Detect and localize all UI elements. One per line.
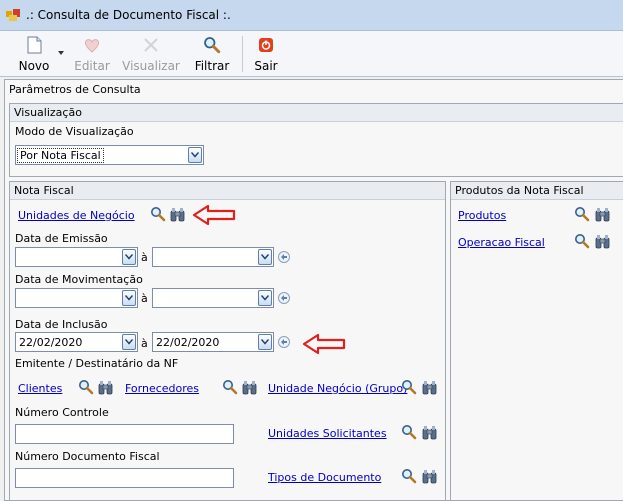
filtrar-label: Filtrar — [194, 59, 230, 73]
modo-select[interactable]: Por Nota Fiscal — [15, 145, 204, 165]
binoculars-icon[interactable] — [242, 380, 257, 395]
inclusao-separator: à — [141, 337, 148, 350]
numero-controle-label: Número Controle — [15, 406, 109, 419]
visualizacao-header: Visualização — [10, 104, 623, 122]
chevron-down-icon — [191, 152, 199, 158]
binoculars-icon[interactable] — [422, 425, 437, 440]
binoculars-icon[interactable] — [595, 234, 610, 249]
visualizar-label: Visualizar — [122, 59, 180, 73]
emissao-from-dropdown[interactable] — [122, 249, 136, 265]
editar-label: Editar — [74, 59, 110, 73]
movimentacao-from-picker[interactable] — [15, 288, 138, 308]
window-title: .: Consulta de Documento Fiscal :. — [26, 8, 231, 22]
search-icon[interactable] — [78, 379, 94, 395]
unidades-solicitantes-link[interactable]: Unidades Solicitantes — [268, 427, 387, 440]
binoculars-icon[interactable] — [98, 380, 113, 395]
numero-documento-input[interactable] — [15, 468, 234, 488]
chevron-down-icon — [125, 254, 133, 260]
annotation-arrow-icon — [302, 333, 346, 355]
toolbar-separator — [242, 36, 243, 72]
data-movimentacao-label: Data de Movimentação — [15, 273, 143, 286]
inclusao-to-value: 22/02/2020 — [156, 336, 220, 349]
modo-value: Por Nota Fiscal — [17, 148, 104, 163]
search-icon[interactable] — [222, 379, 238, 395]
movimentacao-separator: à — [141, 292, 148, 305]
search-icon[interactable] — [574, 233, 590, 249]
emissao-to-dropdown[interactable] — [258, 249, 272, 265]
sair-label: Sair — [254, 59, 278, 73]
search-icon[interactable] — [401, 379, 417, 395]
produtos-header: Produtos da Nota Fiscal — [451, 182, 623, 200]
search-icon[interactable] — [150, 206, 166, 222]
novo-dropdown-icon[interactable] — [58, 51, 64, 55]
binoculars-icon[interactable] — [595, 207, 610, 222]
binoculars-icon[interactable] — [422, 469, 437, 484]
inclusao-from-value: 22/02/2020 — [19, 336, 83, 349]
binoculars-icon[interactable] — [170, 207, 185, 222]
data-inclusao-label: Data de Inclusão — [15, 318, 108, 331]
produtos-link[interactable]: Produtos — [458, 209, 506, 222]
chevron-down-icon — [261, 339, 269, 345]
clientes-link[interactable]: Clientes — [18, 382, 62, 395]
novo-label: Novo — [18, 59, 50, 73]
unidade-negocio-grupo-link[interactable]: Unidade Negócio (Grupo) — [268, 382, 407, 395]
edit-icon — [84, 39, 100, 53]
tipos-documento-link[interactable]: Tipos de Documento — [268, 471, 381, 484]
operacao-fiscal-link[interactable]: Operacao Fiscal — [458, 236, 545, 249]
data-emissao-label: Data de Emissão — [15, 232, 108, 245]
binoculars-icon[interactable] — [422, 380, 437, 395]
emissao-from-picker[interactable] — [15, 247, 138, 267]
chevron-down-icon — [125, 339, 133, 345]
chevron-down-icon — [261, 295, 269, 301]
numero-controle-input[interactable] — [15, 424, 234, 444]
inclusao-to-dropdown[interactable] — [258, 334, 272, 350]
nota-fiscal-header: Nota Fiscal — [10, 182, 445, 200]
sair-button[interactable]: Sair — [248, 33, 284, 73]
clear-dates-icon[interactable] — [277, 335, 291, 349]
editar-button[interactable]: Editar — [72, 33, 112, 73]
visualizacao-group: Visualização — [9, 103, 623, 177]
chevron-down-icon — [125, 295, 133, 301]
clear-dates-icon[interactable] — [277, 291, 291, 305]
visualizar-button[interactable]: Visualizar — [122, 33, 180, 73]
annotation-arrow-icon — [192, 204, 236, 226]
view-icon — [144, 38, 158, 52]
movimentacao-from-dropdown[interactable] — [122, 290, 136, 306]
search-icon — [203, 36, 221, 54]
inclusao-to-picker[interactable]: 22/02/2020 — [152, 332, 274, 352]
search-icon[interactable] — [574, 206, 590, 222]
app-icon — [6, 9, 20, 21]
movimentacao-to-dropdown[interactable] — [258, 290, 272, 306]
chevron-down-icon — [261, 254, 269, 260]
search-icon[interactable] — [401, 424, 417, 440]
numero-documento-label: Número Documento Fiscal — [15, 450, 160, 463]
novo-button[interactable]: Novo — [12, 33, 56, 73]
power-icon — [259, 38, 273, 52]
emitente-label: Emitente / Destinatário da NF — [15, 357, 179, 370]
parametros-title: Parâmetros de Consulta — [9, 83, 141, 96]
emissao-to-picker[interactable] — [152, 247, 274, 267]
search-icon[interactable] — [401, 468, 417, 484]
movimentacao-to-picker[interactable] — [152, 288, 274, 308]
modo-label: Modo de Visualização — [15, 125, 134, 138]
modo-dropdown-button[interactable] — [188, 147, 202, 163]
produtos-group: Produtos da Nota Fiscal — [450, 181, 623, 501]
unidades-negocio-link[interactable]: Unidades de Negócio — [18, 209, 135, 222]
inclusao-from-dropdown[interactable] — [122, 334, 136, 350]
inclusao-from-picker[interactable]: 22/02/2020 — [15, 332, 138, 352]
emissao-separator: à — [141, 251, 148, 264]
filtrar-button[interactable]: Filtrar — [190, 33, 234, 73]
fornecedores-link[interactable]: Fornecedores — [125, 382, 199, 395]
clear-dates-icon[interactable] — [277, 250, 291, 264]
new-document-icon — [27, 36, 42, 54]
